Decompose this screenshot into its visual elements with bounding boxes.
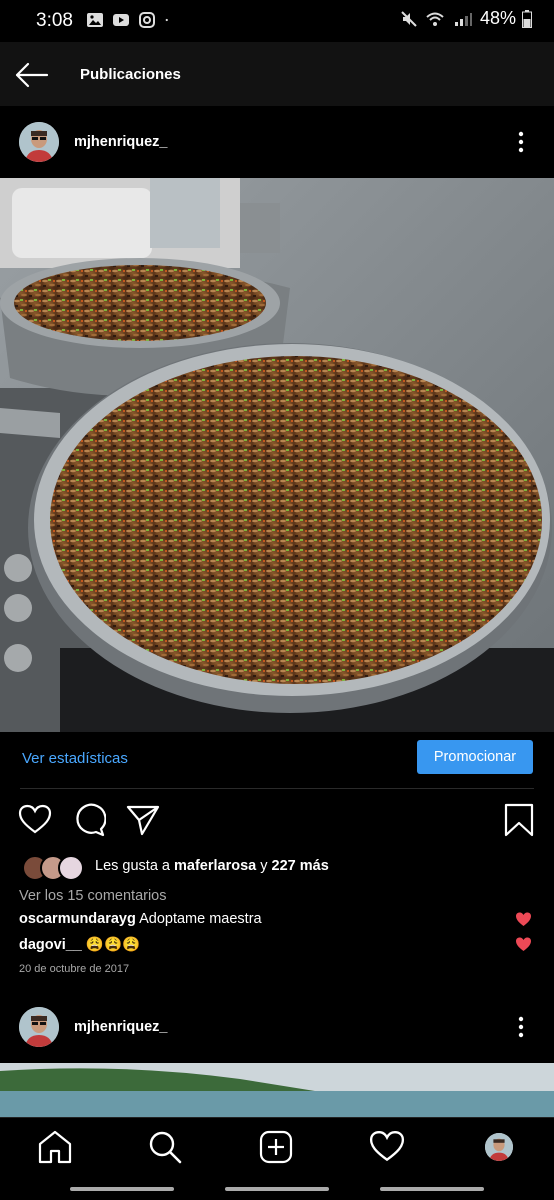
add-icon[interactable] — [258, 1129, 294, 1165]
signal-icon — [454, 12, 472, 26]
gesture-hint — [225, 1187, 329, 1191]
avatar-image — [19, 122, 59, 162]
avatar-image — [485, 1133, 513, 1161]
likes-summary[interactable]: Les gusta a maferlarosa y 227 más — [95, 858, 329, 874]
gesture-hint — [70, 1187, 174, 1191]
post-photo[interactable] — [0, 1063, 554, 1117]
send-icon[interactable] — [126, 803, 160, 837]
likes-count[interactable]: 227 más — [272, 858, 329, 874]
notification-icons — [86, 12, 174, 28]
comment-text: 😩😩😩 — [85, 937, 141, 953]
profile-tab-avatar[interactable] — [485, 1133, 513, 1161]
status-time: 3:08 — [36, 10, 73, 31]
avatar[interactable] — [19, 1007, 59, 1047]
post-date: 20 de octubre de 2017 — [19, 963, 130, 975]
back-arrow-icon[interactable] — [14, 60, 50, 90]
promote-button[interactable]: Promocionar — [417, 740, 533, 774]
home-icon[interactable] — [37, 1129, 73, 1165]
status-right: 48% — [400, 8, 532, 29]
comment-like-heart-icon[interactable] — [515, 911, 532, 927]
search-icon[interactable] — [147, 1129, 183, 1165]
divider — [20, 788, 534, 789]
battery-percent: 48% — [479, 8, 516, 28]
wifi-icon — [426, 12, 444, 26]
comment-username[interactable]: dagovi__ — [19, 937, 82, 953]
post-username[interactable]: mjhenriquez_ — [74, 1019, 167, 1035]
page-title: Publicaciones — [80, 66, 181, 83]
mute-icon — [401, 10, 417, 27]
likes-prefix: Les gusta a — [95, 858, 174, 874]
heart-icon[interactable] — [18, 803, 52, 837]
post-username[interactable]: mjhenriquez_ — [74, 134, 167, 150]
youtube-icon — [113, 14, 129, 26]
comment: dagovi__ 😩😩😩 — [19, 936, 140, 953]
view-insights-link[interactable]: Ver estadísticas — [22, 750, 128, 767]
liker-username[interactable]: maferlarosa — [174, 858, 256, 874]
avatar[interactable] — [19, 122, 59, 162]
liker-avatar — [58, 855, 84, 881]
dot-icon — [165, 18, 168, 22]
more-icon[interactable] — [517, 131, 525, 153]
comment-text: Adoptame maestra — [139, 911, 262, 927]
gallery-icon — [87, 13, 103, 27]
post-photo[interactable] — [0, 178, 554, 732]
fried-rice-photo — [0, 178, 554, 732]
likes-connector: y — [256, 858, 272, 874]
view-comments-link[interactable]: Ver los 15 comentarios — [19, 888, 167, 904]
avatar-image — [19, 1007, 59, 1047]
activity-icon[interactable] — [369, 1129, 405, 1165]
comment-icon[interactable] — [72, 803, 106, 837]
comment-like-heart-icon[interactable] — [515, 936, 532, 952]
comment-username[interactable]: oscarmundarayg — [19, 911, 136, 927]
battery-icon — [522, 9, 532, 28]
bookmark-icon[interactable] — [502, 803, 536, 837]
lake-photo — [0, 1063, 554, 1117]
gesture-hint — [380, 1187, 484, 1191]
more-icon[interactable] — [517, 1016, 525, 1038]
instagram-icon — [139, 12, 155, 28]
comment: oscarmundarayg Adoptame maestra — [19, 911, 262, 927]
